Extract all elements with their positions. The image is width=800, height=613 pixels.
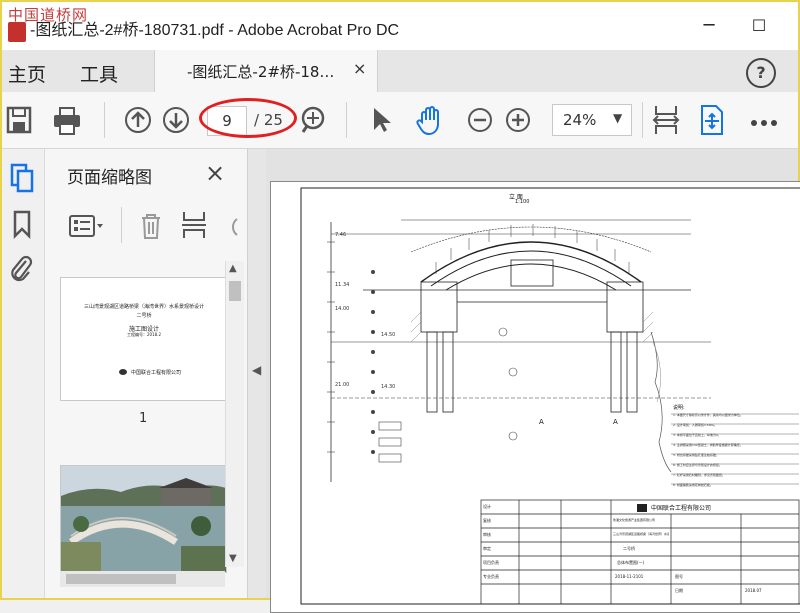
sheet-name: 总体布置图(一) [617,560,645,565]
insert-page-icon[interactable] [179,209,209,245]
bookmark-icon[interactable] [10,209,34,243]
drawing-date: 2018.07 [745,588,762,593]
bridge-rendering-image [61,466,226,572]
print-icon[interactable] [50,102,86,138]
note-line: 8. 桥面铺装采用花岗岩石板。 [673,483,713,487]
table-cell: 设计 [483,504,491,509]
select-pointer-icon[interactable] [364,102,400,138]
note-line: 2. 设计荷载：人群荷载3.5kPa。 [673,423,717,427]
zoom-in-icon[interactable] [500,102,536,138]
table-cell: 日期 [675,588,683,593]
engineering-drawing [300,187,800,605]
table-cell: 审核 [483,532,491,537]
project-name: 三山湾景观湖区道路桥梁（海湾世界）水系景观桥设计 [613,532,669,536]
thumbnail-text: 二号桥 [136,313,152,319]
table-cell: 项目负责 [483,560,499,565]
more-options-icon[interactable] [746,114,782,126]
maximize-button[interactable]: ☐ [744,12,774,40]
scrollbar-thumb[interactable] [229,281,241,301]
attachment-icon[interactable] [8,253,34,287]
tab-document-label: -图纸汇总-2#桥-18… [187,63,335,81]
elevation-label: 14.30 [381,384,396,390]
page-thumbnail-label: 1 [139,411,148,426]
table-cell: 审定 [483,546,491,551]
note-line: 7. 栏杆采用石材雕刻，详见景观图纸。 [673,473,725,477]
drawing-scale: 1:100 [515,199,530,205]
scroll-down-icon[interactable]: ▼ [229,553,237,564]
next-page-icon[interactable] [158,102,194,138]
client-name: 鲁湘文化旅游产业集团有限公司 [613,518,656,522]
note-line: 5. 桥台基础采用钻孔灌注桩基础。 [673,453,719,457]
save-icon[interactable] [4,102,40,138]
note-line: 1. 本图尺寸除标高以米计外，其余均以厘米为单位。 [673,413,743,417]
close-icon[interactable]: × [205,159,225,187]
annotation-ellipse [199,98,297,138]
tab-document[interactable]: -图纸汇总-2#桥-18… × [154,50,378,92]
panel-collapse-handle[interactable]: ◀ [248,149,266,598]
tab-bar [2,50,798,92]
note-line: 4. 主拱圈采用C40混凝土，拱肋厚度根据计算确定。 [673,443,743,447]
zoom-level-value: 24% [563,111,597,129]
section-mark-a: A [539,418,544,426]
toolbar-separator [346,102,347,138]
thumbnail-text: 三山湾景观湖区道路桥梁（海湾世界）水系景观桥设计 [83,304,204,310]
chevron-down-icon: ▼ [613,111,623,125]
thumbnail-options-icon[interactable] [67,211,107,245]
elevation-label: 14.00 [335,306,350,312]
elevation-label: 21.00 [335,382,350,388]
elevation-label: 14.50 [381,332,396,338]
previous-page-icon[interactable] [120,102,156,138]
bridge-name: 二号桥 [623,546,635,551]
minimize-button[interactable]: ─ [694,12,724,40]
panel-title: 页面缩略图 [67,168,152,188]
thumbnails-panel: 页面缩略图 × 三山湾景观湖区道路桥梁（海湾世界）水系景观桥设计 二号桥 施工图… [45,149,248,598]
note-line: 6. 施工时应注意与景观设计的衔接。 [673,463,722,467]
elevation-label: 7.46 [335,232,347,238]
toolbar-separator [121,207,122,243]
toolbar-separator [642,102,643,138]
table-cell: 复核 [483,518,491,523]
thumbnail-text: 工程编号：2018.2 [127,332,161,337]
zoom-search-icon[interactable] [295,102,331,138]
rotate-icon[interactable] [221,211,241,245]
fit-width-icon[interactable] [648,102,684,138]
delete-icon[interactable] [137,211,165,245]
thumbnail-horizontal-scrollbar[interactable] [60,571,225,587]
company-name: 中国联合工程有限公司 [651,505,712,512]
note-line: 3. 本桥平面位于直线上，纵坡为0。 [673,433,721,437]
zoom-level-select[interactable]: 24% ▼ [552,104,632,136]
table-cell: 专业负责 [483,574,499,579]
document-view[interactable]: 立 面 1:100 A A 7.46 11.34 14.00 14.50 21.… [266,149,800,613]
collapse-arrow-icon: ◀ [252,363,262,377]
help-icon[interactable]: ? [746,58,776,88]
notes-list: 1. 本图尺寸除标高以米计外，其余均以厘米为单位。 2. 设计荷载：人群荷载3.… [673,410,798,492]
acrobat-app-icon [8,22,26,42]
elevation-label: 11.34 [335,282,350,288]
drawing-number: 2018-11-2101 [615,574,644,579]
full-screen-icon[interactable] [694,102,730,138]
tab-home[interactable]: 主页 [8,60,46,87]
hand-tool-icon[interactable] [412,102,448,138]
page-thumbnail-2[interactable] [60,465,227,573]
tab-tools[interactable]: 工具 [80,60,118,87]
navigation-rail [2,149,45,598]
tab-close-icon[interactable]: × [353,59,366,78]
window-title: -图纸汇总-2#桥-180731.pdf - Adobe Acrobat Pro… [30,22,400,39]
scroll-up-icon[interactable]: ▲ [229,263,237,274]
toolbar-separator [104,102,105,138]
thumbnail-toolbar [45,207,247,247]
pdf-page: 立 面 1:100 A A 7.46 11.34 14.00 14.50 21.… [270,181,800,613]
thumbnail-text: 中国联合工程有限公司 [131,370,182,376]
thumbnail-vertical-scrollbar[interactable]: ▲ ▼ [225,261,244,567]
company-logo [119,369,127,375]
table-cell: 图号 [675,574,683,579]
scrollbar-thumb[interactable] [66,574,176,584]
page-thumbnails-icon[interactable] [8,161,36,199]
section-mark-a: A [613,418,618,426]
zoom-out-icon[interactable] [462,102,498,138]
page-thumbnail-1[interactable]: 三山湾景观湖区道路桥梁（海湾世界）水系景观桥设计 二号桥 施工图设计 工程编号：… [60,277,227,401]
